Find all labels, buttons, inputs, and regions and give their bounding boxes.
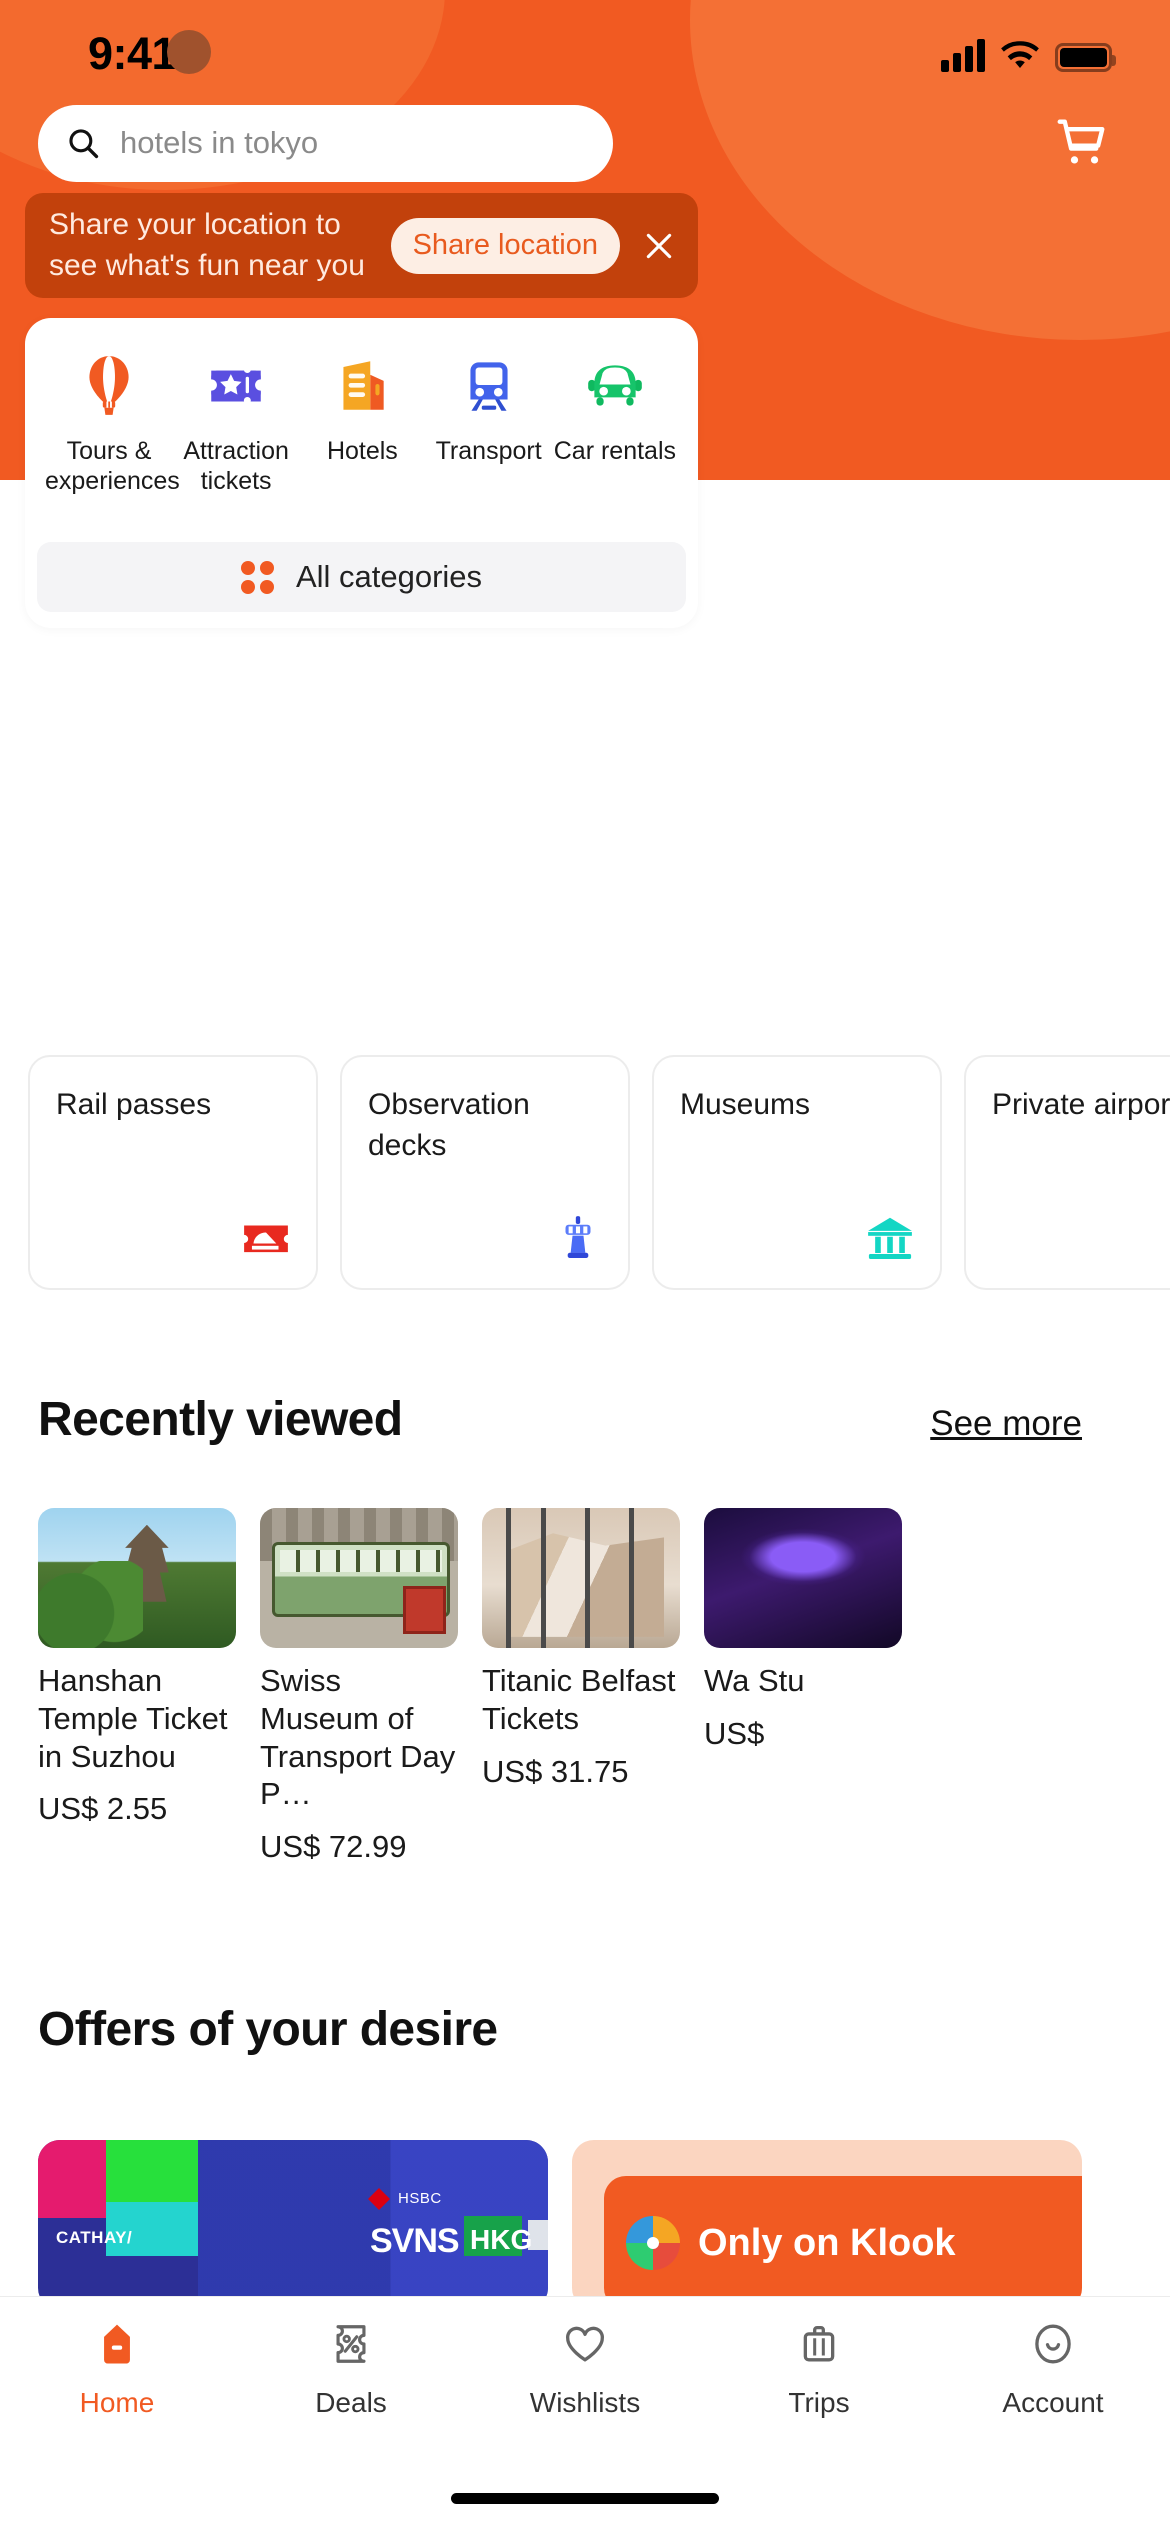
rail-pass-ticket-icon	[238, 1210, 294, 1266]
battery-icon	[1055, 43, 1116, 72]
recently-viewed-rail[interactable]: Hanshan Temple Ticket in Suzhou US$ 2.55…	[0, 1508, 1170, 1918]
category-transport[interactable]: Transport	[426, 346, 552, 466]
offer-color-block	[106, 2140, 198, 2202]
tab-label: Deals	[315, 2387, 387, 2418]
category-car-rentals[interactable]: Car rentals	[552, 346, 678, 466]
subcategory-chip[interactable]: Rail passes	[28, 1055, 318, 1290]
hot-air-balloon-icon	[67, 346, 151, 424]
all-categories-label: All categories	[295, 559, 483, 594]
subcategory-chip[interactable]: Private airport	[964, 1055, 1170, 1290]
cellular-bars-icon	[941, 39, 985, 72]
close-icon[interactable]	[642, 229, 676, 263]
offer-event-label: SVNS	[370, 2222, 460, 2260]
ticket-star-icon	[194, 346, 278, 424]
category-row: Tours & experiences Attraction tickets H…	[25, 318, 698, 496]
product-price: US$ 2.55	[38, 1791, 168, 1827]
page-section-title: Offers of your desire	[38, 2003, 498, 2056]
offer-city-label: HKG	[470, 2224, 533, 2255]
offer-exclusive-label: Only on Klook	[698, 2221, 956, 2264]
category-hotels[interactable]: Hotels	[299, 346, 425, 466]
tab-trips[interactable]: Trips	[702, 2315, 936, 2447]
recently-viewed-card[interactable]: Wa Stu US$	[704, 1508, 902, 1918]
offers-header: Offers of your desire	[38, 2002, 1132, 2057]
subcategory-chip[interactable]: Museums	[652, 1055, 942, 1290]
category-label: Hotels	[326, 437, 398, 465]
category-tours-experiences[interactable]: Tours & experiences	[45, 346, 180, 496]
product-title: Wa Stu	[704, 1663, 805, 1698]
category-label: Tours & experiences	[45, 437, 180, 495]
share-location-button[interactable]: Share location	[390, 217, 620, 274]
percent-tag-icon	[322, 2315, 380, 2373]
offer-bank-label: HSBC	[398, 2190, 442, 2207]
tab-label: Account	[1002, 2387, 1104, 2418]
product-thumbnail	[482, 1508, 680, 1648]
location-permission-banner: Share your location to see what's fun ne…	[25, 193, 698, 298]
status-time: 9:41	[88, 28, 177, 79]
see-more-link[interactable]: See more	[930, 1404, 1082, 1444]
home-icon	[88, 2315, 146, 2373]
product-thumbnail	[704, 1508, 902, 1648]
recently-viewed-card[interactable]: Hanshan Temple Ticket in Suzhou US$ 2.55	[38, 1508, 236, 1918]
tab-wishlists[interactable]: Wishlists	[468, 2315, 702, 2447]
dynamic-island-camera	[167, 30, 211, 74]
subcategory-chip[interactable]: Observation decks	[340, 1055, 630, 1290]
account-smiley-icon	[1024, 2315, 1082, 2373]
grid-dots-icon	[240, 560, 274, 594]
museum-icon	[862, 1210, 918, 1266]
status-bar: 9:41	[0, 0, 1170, 100]
hotel-building-icon	[320, 346, 404, 424]
subcategory-rail[interactable]: Rail passes Observation decks Museums Pr…	[0, 1055, 1170, 1295]
observation-tower-icon	[550, 1210, 606, 1266]
tab-deals[interactable]: Deals	[234, 2315, 468, 2447]
location-banner-message: Share your location to see what's fun ne…	[49, 208, 365, 282]
heart-icon	[556, 2315, 614, 2373]
page-section-title: Recently viewed	[38, 1393, 403, 1446]
bottom-tab-bar: Home Deals Wishlists Trips Account	[0, 2296, 1170, 2532]
product-price: US$ 31.75	[482, 1753, 629, 1789]
product-thumbnail	[38, 1508, 236, 1648]
offer-color-block	[38, 2140, 106, 2218]
subcategory-label: Observation decks	[368, 1088, 530, 1162]
product-price: US$ 72.99	[260, 1829, 407, 1865]
search-icon	[69, 129, 99, 159]
category-attraction-tickets[interactable]: Attraction tickets	[173, 346, 299, 496]
offer-sponsor-label: CATHAY/	[56, 2228, 133, 2247]
tab-label: Trips	[788, 2387, 850, 2418]
recently-viewed-card[interactable]: Swiss Museum of Transport Day P… US$ 72.…	[260, 1508, 458, 1918]
suitcase-icon	[790, 2315, 848, 2373]
tab-label: Wishlists	[529, 2387, 641, 2418]
subcategory-label: Rail passes	[56, 1088, 212, 1121]
car-icon	[573, 346, 657, 424]
offer-card-klook-exclusive[interactable]: Only on Klook	[572, 2140, 1082, 2310]
search-row: hotels in tokyo	[0, 103, 1170, 183]
train-icon	[447, 346, 531, 424]
category-card: Tours & experiences Attraction tickets H…	[25, 318, 698, 628]
home-indicator	[451, 2493, 719, 2504]
category-label: Attraction tickets	[183, 437, 289, 495]
subcategory-label: Museums	[680, 1088, 811, 1121]
search-placeholder: hotels in tokyo	[120, 125, 319, 160]
status-indicators	[941, 30, 1116, 72]
product-thumbnail	[260, 1508, 458, 1648]
cart-icon[interactable]	[1052, 114, 1110, 172]
recently-viewed-header: Recently viewed See more	[38, 1392, 1132, 1447]
product-title: Titanic Belfast Tickets	[482, 1663, 676, 1736]
tab-account[interactable]: Account	[936, 2315, 1170, 2447]
recently-viewed-card[interactable]: Titanic Belfast Tickets US$ 31.75	[482, 1508, 680, 1918]
category-label: Transport	[435, 437, 542, 465]
product-title: Swiss Museum of Transport Day P…	[260, 1663, 456, 1812]
tab-label: Home	[79, 2387, 155, 2418]
wifi-icon	[1001, 41, 1039, 68]
klook-logo-icon	[626, 2216, 680, 2270]
product-price: US$	[704, 1715, 765, 1751]
product-title: Hanshan Temple Ticket in Suzhou	[38, 1663, 228, 1774]
all-categories-button[interactable]: All categories	[37, 542, 686, 612]
offer-card-sponsor[interactable]: CATHAY/ HSBC SVNS HKG	[38, 2140, 548, 2310]
category-label: Car rentals	[553, 437, 676, 465]
tab-home[interactable]: Home	[0, 2315, 234, 2447]
subcategory-label: Private airport	[992, 1088, 1170, 1121]
search-input[interactable]: hotels in tokyo	[38, 104, 613, 182]
